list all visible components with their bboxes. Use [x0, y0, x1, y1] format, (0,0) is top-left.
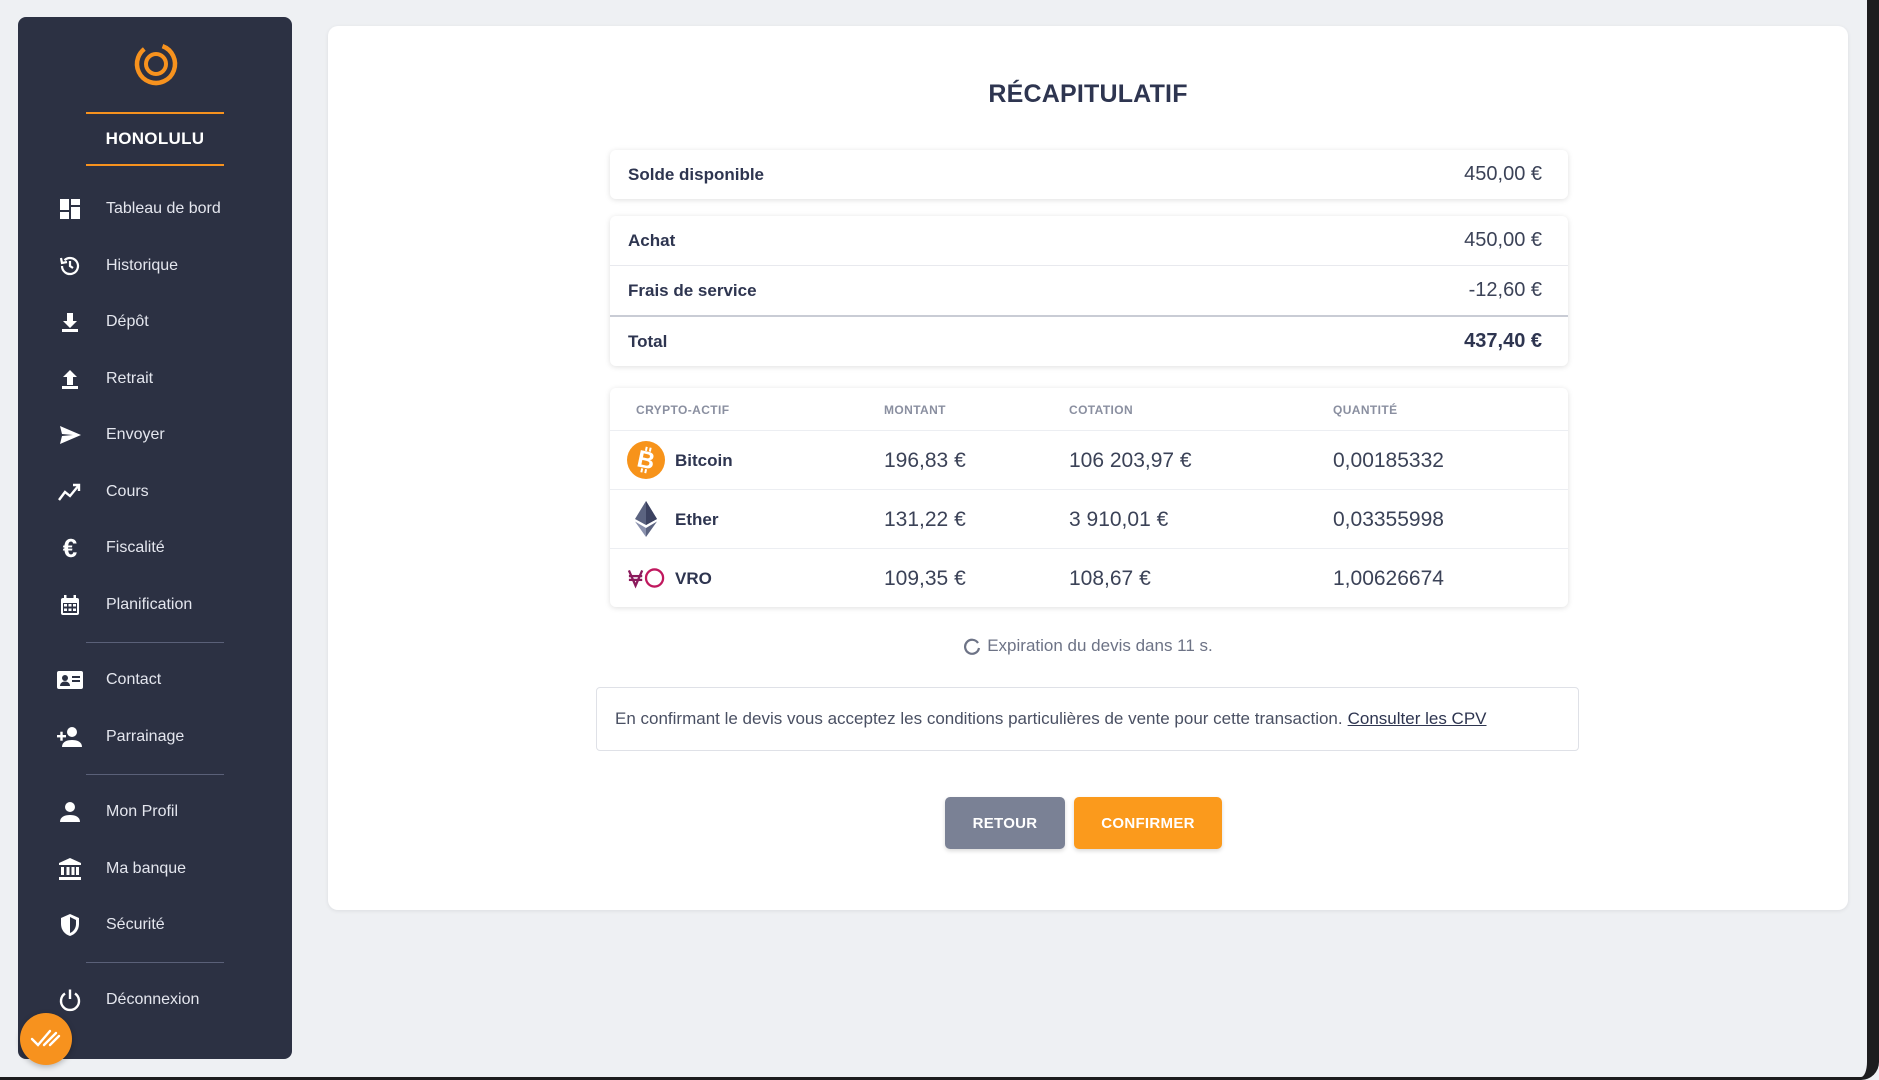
- chart-icon: [56, 478, 84, 506]
- terms-text: En confirmant le devis vous acceptez les…: [615, 709, 1343, 728]
- send-icon: [56, 421, 84, 449]
- amount-cell: 196,83 €: [884, 449, 966, 472]
- terms-link[interactable]: Consulter les CPV: [1348, 709, 1487, 729]
- sidebar-item-history[interactable]: Historique: [18, 244, 292, 288]
- sidebar-item-label: Ma banque: [106, 860, 187, 877]
- table-row: VRO 109,35 € 108,67 € 1,00626674: [610, 549, 1568, 607]
- fees-value: -12,60 €: [1468, 279, 1542, 301]
- quantity-cell: 0,03355998: [1333, 508, 1444, 531]
- sidebar-divider: [86, 962, 224, 963]
- sidebar-item-send[interactable]: Envoyer: [18, 413, 292, 457]
- account-name: HONOLULU: [86, 112, 224, 166]
- expiry-text: Expiration du devis dans 11 s.: [987, 636, 1213, 655]
- amount-cell: 131,22 €: [884, 508, 966, 531]
- purchase-label: Achat: [628, 230, 676, 250]
- column-header: CRYPTO-ACTIF: [636, 403, 730, 417]
- shield-icon: [56, 911, 84, 939]
- bitcoin-icon: B: [627, 441, 665, 479]
- summary-panel: RÉCAPITULATIF Solde disponible 450,00 € …: [328, 26, 1848, 910]
- sidebar-item-rates[interactable]: Cours: [18, 470, 292, 514]
- add-user-icon: [56, 723, 84, 751]
- quantity-cell: 0,00185332: [1333, 449, 1444, 472]
- sidebar-item-tax[interactable]: € Fiscalité: [18, 526, 292, 570]
- crypto-table: CRYPTO-ACTIF MONTANT COTATION QUANTITÉ B…: [610, 388, 1568, 607]
- euro-icon: €: [62, 532, 78, 563]
- page-title: RÉCAPITULATIF: [988, 80, 1188, 108]
- sidebar-item-label: Sécurité: [106, 916, 165, 933]
- fees-label: Frais de service: [628, 280, 757, 300]
- table-row: B Bitcoin 196,83 € 106 203,97 € 0,001853…: [610, 431, 1568, 490]
- balance-value: 450,00 €: [1464, 163, 1542, 185]
- download-icon: [56, 308, 84, 336]
- sidebar-item-security[interactable]: Sécurité: [18, 903, 292, 947]
- sidebar-item-label: Cours: [106, 483, 149, 500]
- sidebar-item-label: Dépôt: [106, 313, 149, 330]
- balance-label: Solde disponible: [628, 164, 765, 184]
- loading-spinner-icon: [964, 638, 981, 655]
- quote-cell: 108,67 €: [1069, 567, 1151, 590]
- crypto-name: Bitcoin: [675, 451, 733, 470]
- bank-icon: [56, 855, 84, 883]
- sidebar-item-referral[interactable]: Parrainage: [18, 715, 292, 759]
- sidebar: HONOLULU Tableau de bord Historique Dépô…: [18, 17, 292, 1059]
- column-header: COTATION: [1069, 403, 1134, 417]
- total-value: 437,40 €: [1464, 330, 1542, 352]
- fees-row: Frais de service -12,60 €: [610, 266, 1568, 317]
- contact-card-icon: [56, 666, 84, 694]
- check-icon: [30, 1029, 61, 1047]
- quote-cell: 106 203,97 €: [1069, 449, 1192, 472]
- total-row: Total 437,40 €: [610, 317, 1568, 366]
- sidebar-divider: [86, 642, 224, 643]
- terms-notice: En confirmant le devis vous acceptez les…: [596, 687, 1579, 751]
- sidebar-divider: [86, 774, 224, 775]
- summary-card: Achat 450,00 € Frais de service -12,60 €…: [610, 216, 1568, 366]
- upload-icon: [56, 365, 84, 393]
- table-row: Ether 131,22 € 3 910,01 € 0,03355998: [610, 490, 1568, 549]
- app-window: HONOLULU Tableau de bord Historique Dépô…: [0, 0, 1879, 1080]
- column-header: QUANTITÉ: [1333, 403, 1398, 417]
- sidebar-item-label: Parrainage: [106, 728, 185, 745]
- quote-expiry: Expiration du devis dans 11 s.: [328, 636, 1848, 656]
- sidebar-item-label: Planification: [106, 596, 193, 613]
- sidebar-item-dashboard[interactable]: Tableau de bord: [18, 187, 292, 231]
- table-header: CRYPTO-ACTIF MONTANT COTATION QUANTITÉ: [610, 388, 1568, 431]
- sidebar-item-bank[interactable]: Ma banque: [18, 847, 292, 891]
- brand-logo-icon[interactable]: [131, 39, 181, 89]
- back-button[interactable]: RETOUR: [945, 797, 1065, 849]
- power-icon: [56, 986, 84, 1014]
- total-label: Total: [628, 331, 668, 351]
- calendar-icon: [56, 591, 84, 619]
- sidebar-item-label: Retrait: [106, 370, 154, 387]
- quantity-cell: 1,00626674: [1333, 567, 1444, 590]
- sidebar-item-label: Envoyer: [106, 426, 165, 443]
- crypto-name: Ether: [675, 510, 719, 529]
- user-icon: [56, 798, 84, 826]
- sidebar-item-label: Déconnexion: [106, 991, 200, 1008]
- column-header: MONTANT: [884, 403, 946, 417]
- sidebar-item-logout[interactable]: Déconnexion: [18, 978, 292, 1022]
- sidebar-item-label: Contact: [106, 671, 162, 688]
- sidebar-item-withdraw[interactable]: Retrait: [18, 357, 292, 401]
- amount-cell: 109,35 €: [884, 567, 966, 590]
- sidebar-item-deposit[interactable]: Dépôt: [18, 300, 292, 344]
- ether-icon: [627, 500, 665, 538]
- help-launcher-button[interactable]: [20, 1013, 72, 1065]
- balance-row: Solde disponible 450,00 €: [610, 150, 1568, 199]
- quote-cell: 3 910,01 €: [1069, 508, 1169, 531]
- balance-card: Solde disponible 450,00 €: [610, 150, 1568, 199]
- vro-icon: [627, 559, 665, 597]
- dashboard-icon: [56, 195, 84, 223]
- sidebar-item-label: Mon Profil: [106, 803, 179, 820]
- purchase-value: 450,00 €: [1464, 229, 1542, 251]
- confirm-button[interactable]: CONFIRMER: [1074, 797, 1222, 849]
- sidebar-item-contact[interactable]: Contact: [18, 658, 292, 702]
- purchase-row: Achat 450,00 €: [610, 216, 1568, 266]
- sidebar-item-planning[interactable]: Planification: [18, 583, 292, 627]
- sidebar-item-label: Fiscalité: [106, 539, 165, 556]
- sidebar-item-profile[interactable]: Mon Profil: [18, 790, 292, 834]
- history-icon: [56, 252, 84, 280]
- sidebar-item-label: Historique: [106, 257, 179, 274]
- sidebar-item-label: Tableau de bord: [106, 200, 221, 217]
- crypto-name: VRO: [675, 569, 712, 588]
